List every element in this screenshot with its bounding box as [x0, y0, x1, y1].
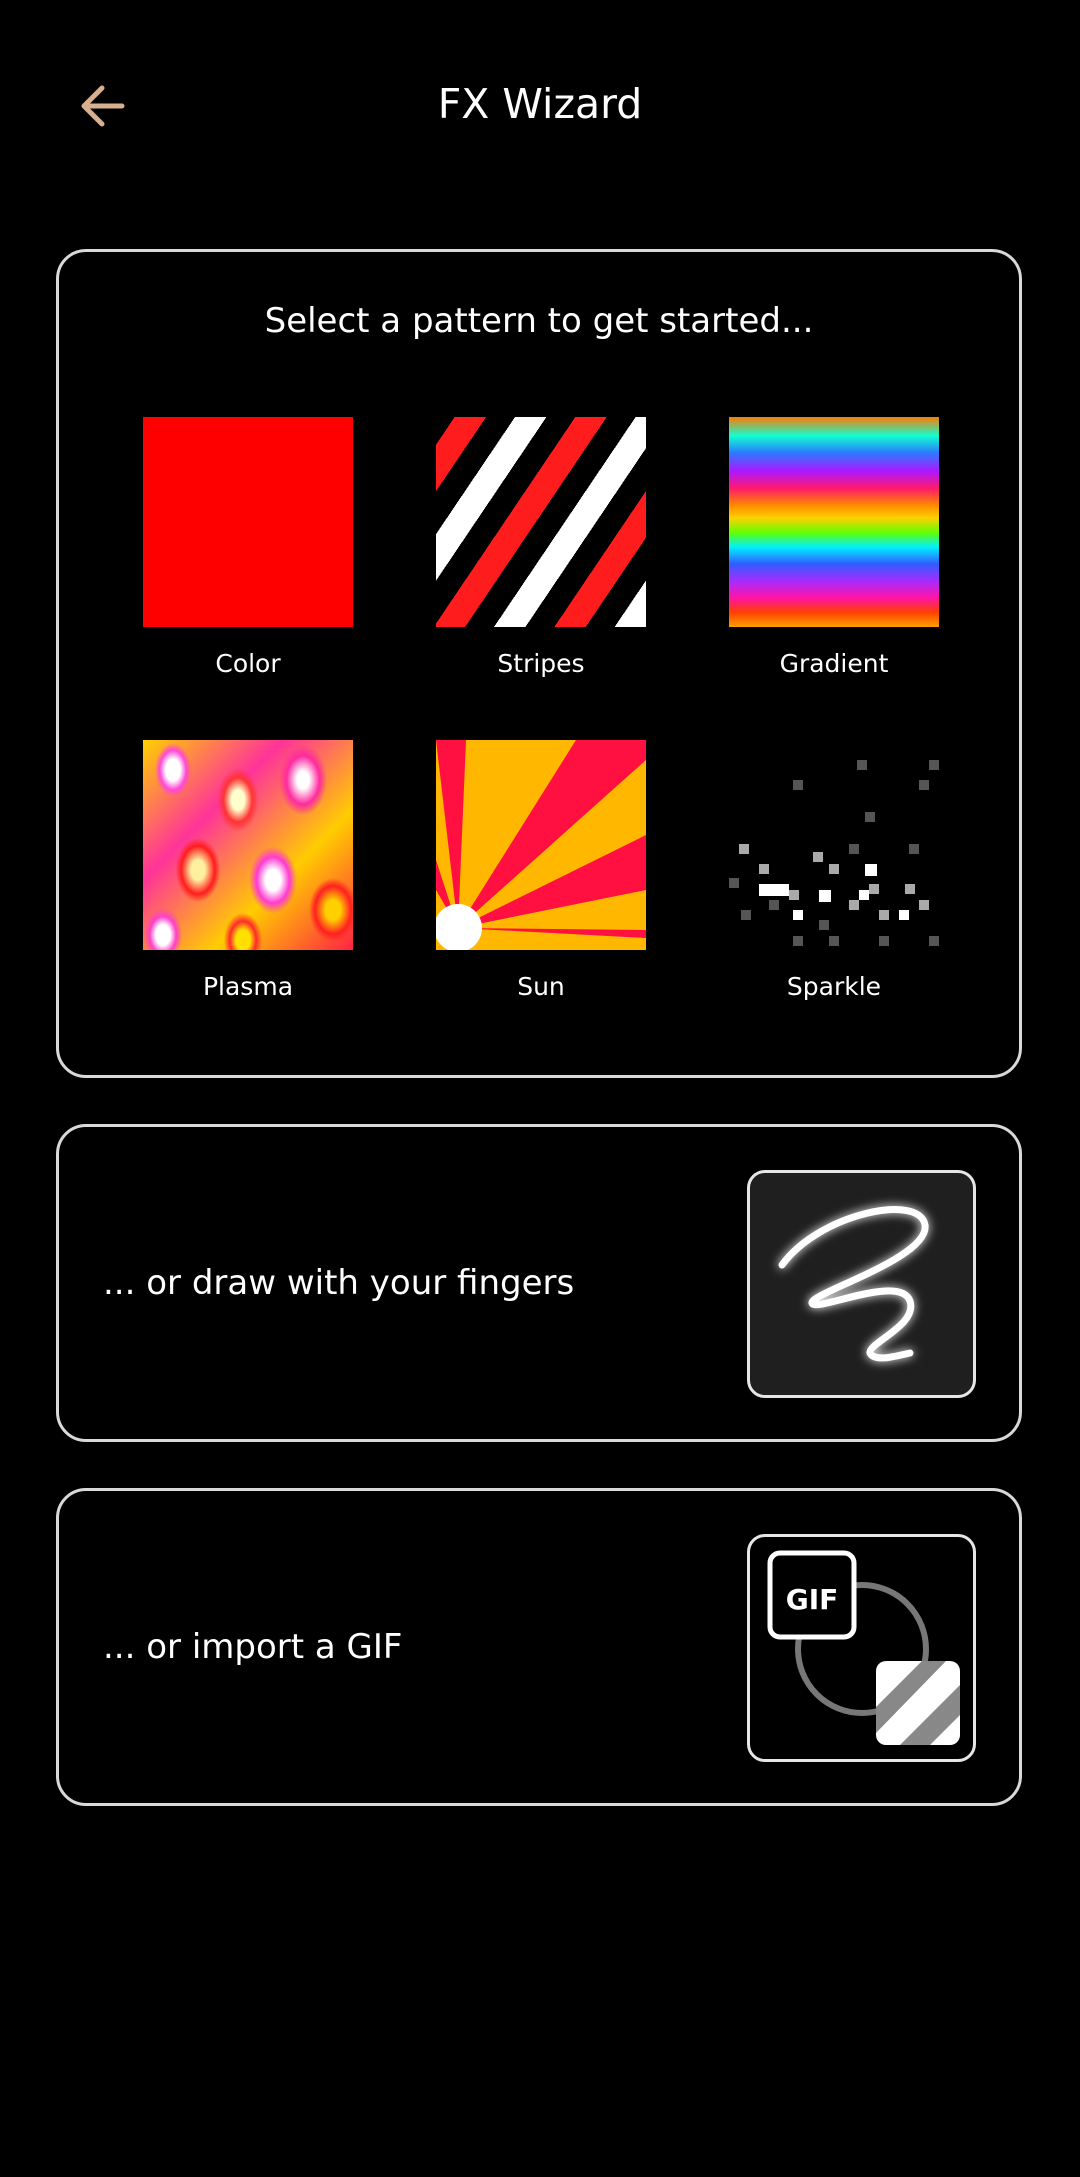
- sun-rays-graphic: [436, 740, 646, 950]
- import-gif-card[interactable]: ... or import a GIF GIF: [56, 1488, 1022, 1806]
- pattern-label: Gradient: [779, 649, 889, 678]
- pattern-option-plasma[interactable]: Plasma: [143, 740, 353, 1004]
- pattern-label: Sparkle: [786, 972, 882, 1001]
- gradient-pattern-thumbnail: [729, 417, 939, 627]
- pattern-option-gradient[interactable]: Gradient: [729, 417, 939, 681]
- stripes-pattern-thumbnail: [436, 417, 646, 627]
- draw-option-card[interactable]: ... or draw with your fingers: [56, 1124, 1022, 1442]
- pattern-option-sparkle[interactable]: Sparkle: [729, 740, 939, 1004]
- pattern-heading: Select a pattern to get started...: [264, 301, 814, 341]
- pattern-label: Color: [215, 649, 281, 678]
- app-header: FX Wizard: [0, 0, 1080, 205]
- pattern-selection-card: Select a pattern to get started... Color…: [56, 249, 1022, 1078]
- color-pattern-thumbnail: [143, 417, 353, 627]
- pattern-label: Sun: [517, 972, 565, 1001]
- sparkle-pattern-thumbnail: [729, 740, 939, 950]
- pattern-option-sun[interactable]: Sun: [436, 740, 646, 1004]
- import-gif-label: ... or import a GIF: [103, 1627, 403, 1667]
- gif-import-icon: GIF: [747, 1534, 976, 1762]
- sun-pattern-thumbnail: [436, 740, 646, 950]
- page-title: FX Wizard: [437, 80, 643, 128]
- pattern-label: Stripes: [497, 649, 585, 678]
- sparkle-pixels-graphic: [729, 760, 939, 946]
- draw-option-label: ... or draw with your fingers: [103, 1263, 575, 1303]
- squiggle-draw-icon: [747, 1170, 976, 1398]
- pattern-option-color[interactable]: Color: [143, 417, 353, 681]
- pattern-label: Plasma: [202, 972, 294, 1001]
- gif-badge-text: GIF: [786, 1583, 839, 1616]
- pattern-option-stripes[interactable]: Stripes: [436, 417, 646, 681]
- plasma-pattern-thumbnail: [143, 740, 353, 950]
